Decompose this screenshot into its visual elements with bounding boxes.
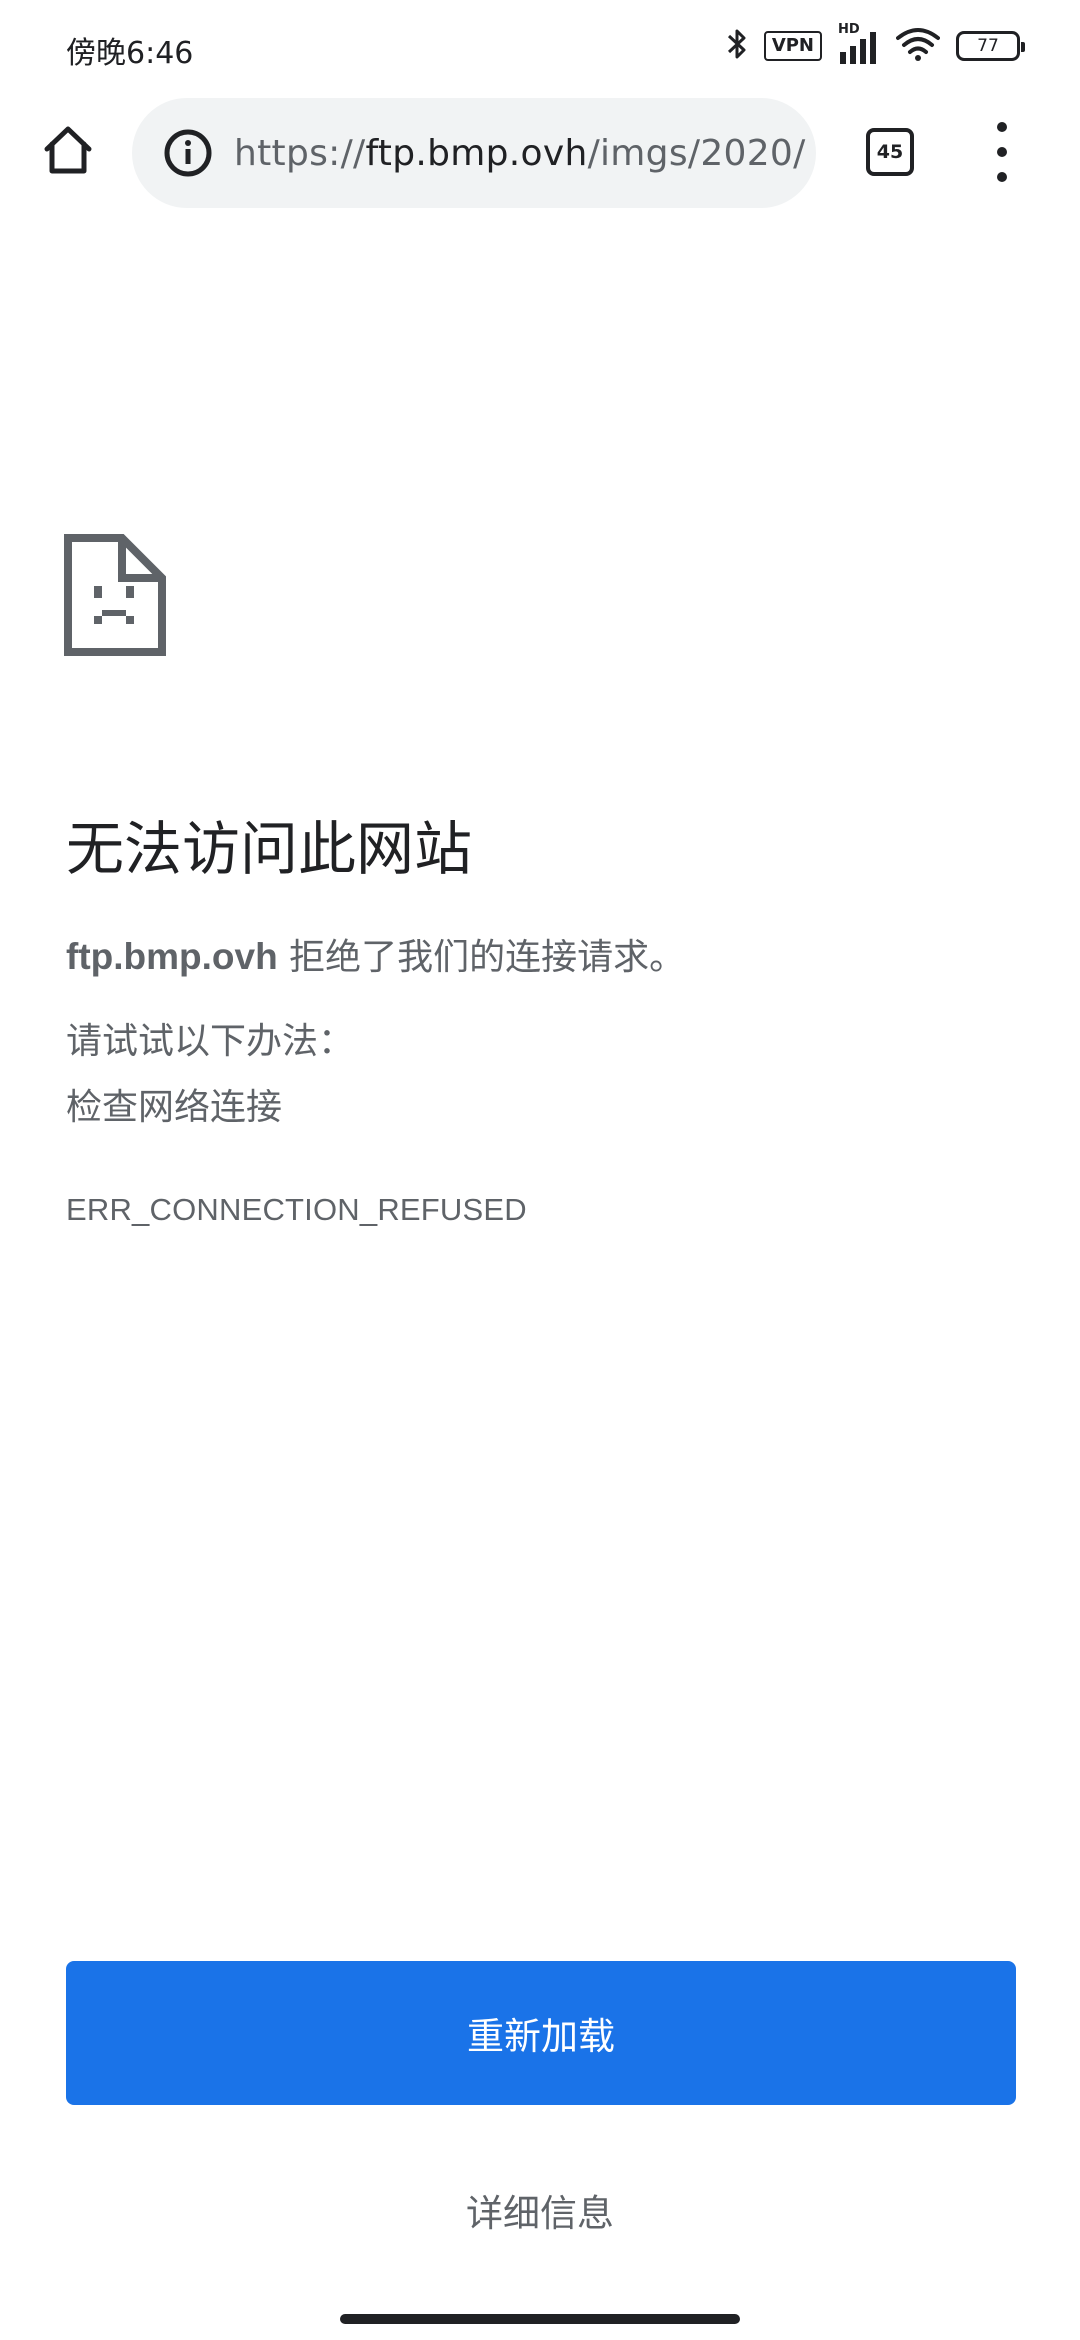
details-button[interactable]: 详细信息	[340, 2170, 740, 2250]
url-path: /imgs/2020/	[587, 132, 806, 174]
url-text: https://ftp.bmp.ovh/imgs/2020/	[234, 133, 806, 174]
error-host: ftp.bmp.ovh	[66, 936, 278, 977]
reload-button[interactable]: 重新加载	[66, 1961, 1016, 2105]
bluetooth-icon	[726, 26, 748, 67]
wifi-icon	[896, 26, 940, 67]
home-button[interactable]	[36, 118, 100, 182]
menu-dot	[997, 122, 1007, 132]
url-host: ftp.bmp.ovh	[365, 132, 588, 174]
status-bar: 傍晚6:46 VPN HD 77	[0, 0, 1080, 92]
suggestions-heading: 请试试以下办法：	[66, 1021, 355, 1062]
error-title: 无法访问此网站	[66, 815, 473, 883]
error-message: 拒绝了我们的连接请求。	[277, 937, 686, 978]
browser-toolbar: https://ftp.bmp.ovh/imgs/2020/ 45	[0, 92, 1080, 216]
gesture-navigation-bar[interactable]	[340, 2314, 740, 2324]
cellular-signal-icon: HD	[838, 22, 880, 64]
sad-page-icon	[64, 534, 166, 656]
url-scheme: https://	[234, 132, 366, 174]
error-description: ftp.bmp.ovh 拒绝了我们的连接请求。	[66, 928, 685, 980]
menu-dot	[997, 147, 1007, 157]
status-time: 傍晚6:46	[66, 36, 194, 71]
menu-dot	[997, 172, 1007, 182]
info-icon[interactable]	[162, 127, 214, 179]
suggestion-item: 检查网络连接	[66, 1087, 283, 1128]
tab-switcher-icon[interactable]: 45	[866, 128, 914, 176]
home-icon	[44, 126, 92, 174]
url-bar[interactable]: https://ftp.bmp.ovh/imgs/2020/	[132, 98, 816, 208]
status-icons: VPN HD 77	[726, 22, 1025, 67]
more-menu-icon[interactable]	[984, 122, 1020, 182]
error-code: ERR_CONNECTION_REFUSED	[66, 1192, 527, 1227]
vpn-icon: VPN	[763, 31, 822, 61]
battery-icon: 77	[956, 31, 1025, 61]
